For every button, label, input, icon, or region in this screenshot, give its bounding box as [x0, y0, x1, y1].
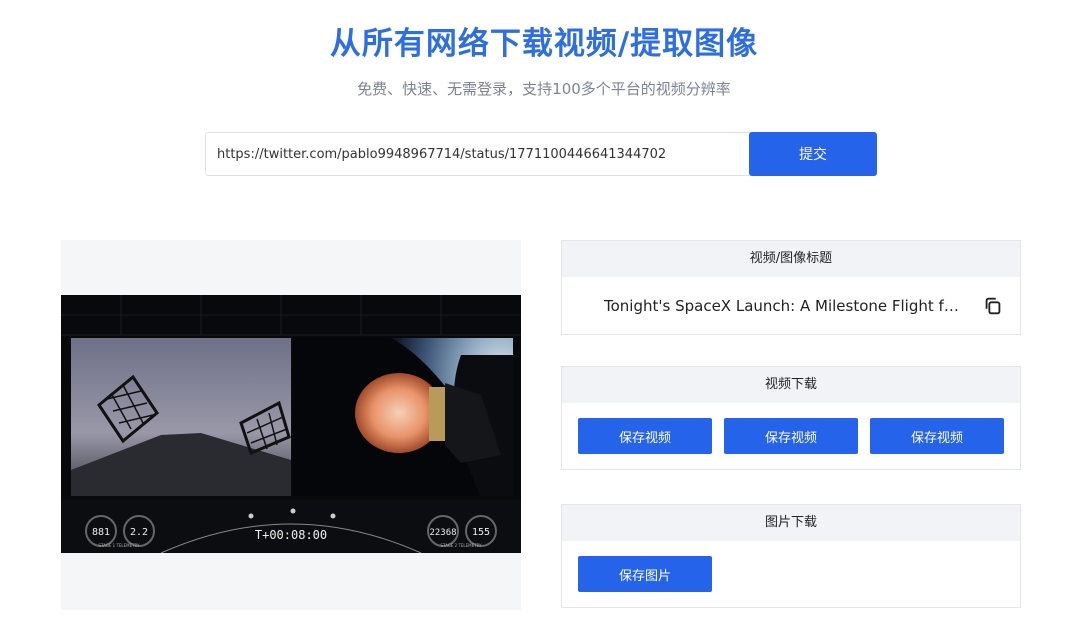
- media-preview-panel: 881 2.2 STAGE 1 TELEMETRY T+00:08:00 223…: [61, 240, 521, 610]
- save-video-button-3[interactable]: 保存视频: [870, 418, 1004, 454]
- video-download-card: 视频下载 保存视频 保存视频 保存视频: [561, 366, 1021, 470]
- copy-icon[interactable]: [982, 295, 1004, 317]
- stage1-altitude: 2.2: [130, 527, 148, 538]
- title-card: 视频/图像标题 Tonight's SpaceX Launch: A Miles…: [561, 240, 1021, 335]
- stage2-speed: 22368: [429, 528, 456, 538]
- page-title: 从所有网络下载视频/提取图像: [329, 26, 759, 62]
- save-video-button-1[interactable]: 保存视频: [578, 418, 712, 454]
- stage1-label: STAGE 1 TELEMETRY: [98, 543, 140, 548]
- title-row: Tonight's SpaceX Launch: A Milestone Fli…: [562, 277, 1020, 334]
- stage1-speed: 881: [92, 527, 110, 538]
- url-input[interactable]: [205, 132, 751, 176]
- save-image-button[interactable]: 保存图片: [578, 556, 712, 592]
- image-download-heading: 图片下载: [562, 505, 1020, 541]
- media-title-text: Tonight's SpaceX Launch: A Milestone Fli…: [604, 296, 964, 315]
- save-video-button-2[interactable]: 保存视频: [724, 418, 858, 454]
- mission-timer: T+00:08:00: [255, 528, 327, 542]
- title-card-heading: 视频/图像标题: [562, 241, 1020, 277]
- video-thumbnail[interactable]: 881 2.2 STAGE 1 TELEMETRY T+00:08:00 223…: [61, 295, 521, 553]
- video-download-heading: 视频下载: [562, 367, 1020, 403]
- page-subtitle: 免费、快速、无需登录，支持100多个平台的视频分辨率: [357, 80, 731, 98]
- stage2-label: STAGE 2 TELEMETRY: [440, 543, 482, 548]
- launch-video-frame: 881 2.2 STAGE 1 TELEMETRY T+00:08:00 223…: [61, 295, 521, 553]
- stage2-altitude: 155: [472, 527, 490, 538]
- submit-button[interactable]: 提交: [749, 132, 877, 176]
- image-download-card: 图片下载 保存图片: [561, 504, 1021, 608]
